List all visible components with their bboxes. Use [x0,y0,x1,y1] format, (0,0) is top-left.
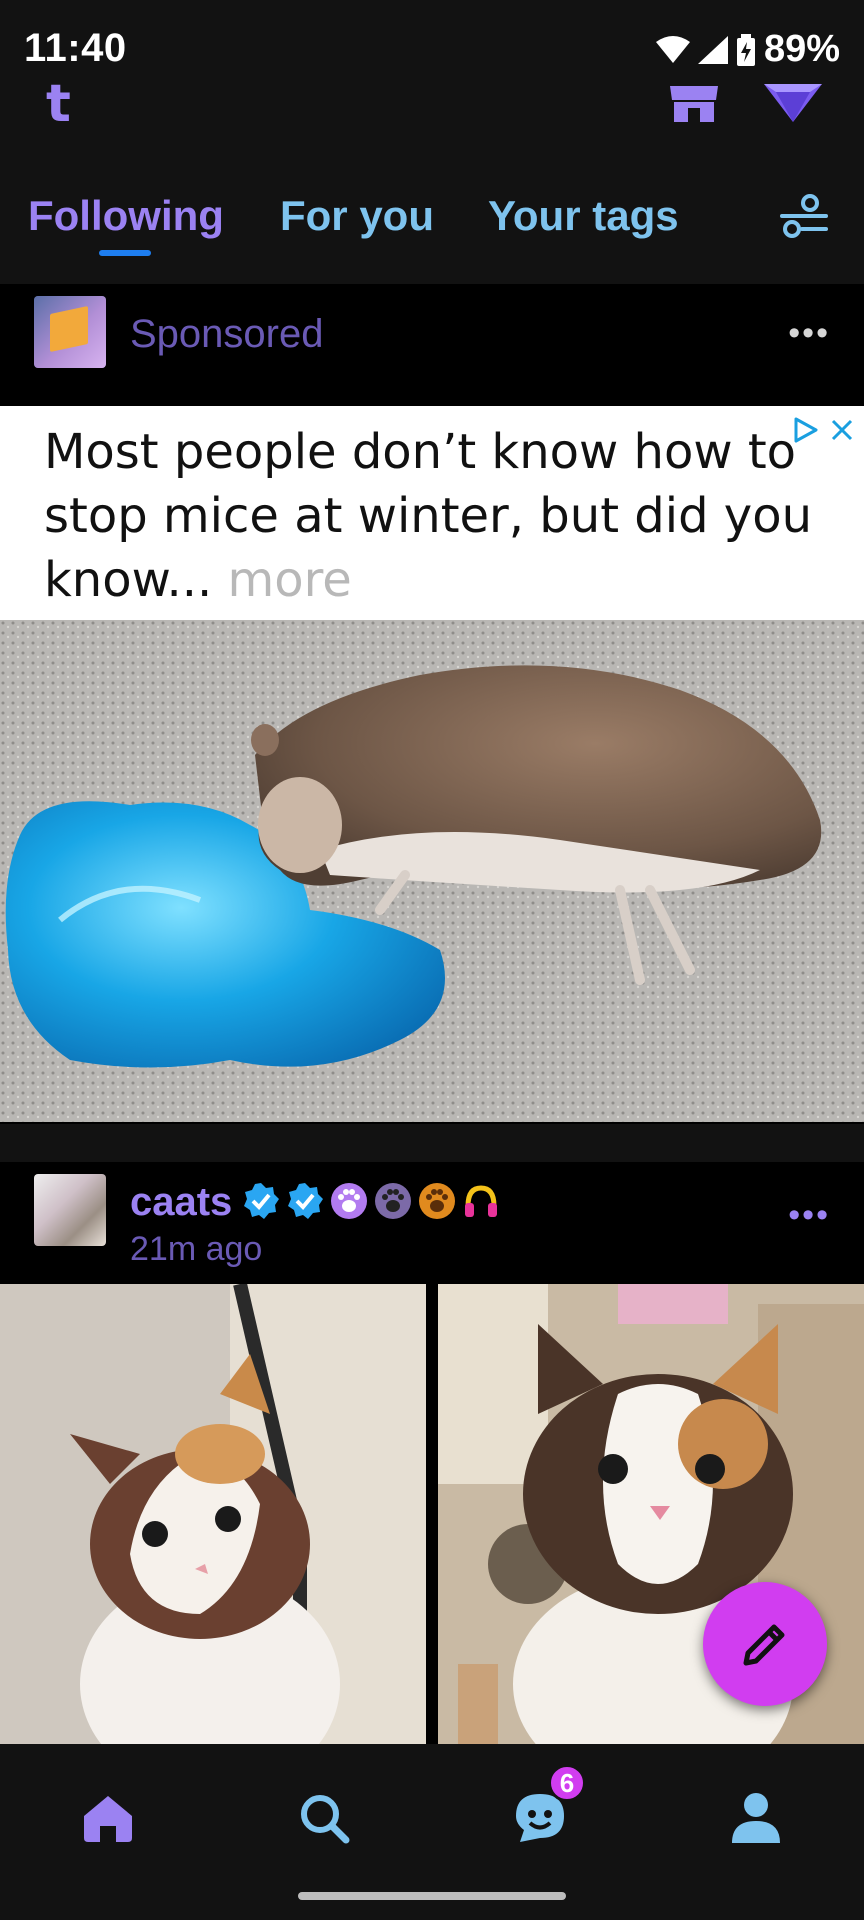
paw-badge-icon [331,1183,367,1219]
activity-badge: 6 [548,1764,586,1802]
app-logo[interactable]: t [46,78,71,130]
post-header: caats 21m ago ••• [0,1162,864,1284]
tab-your-tags[interactable]: Your tags [488,192,679,240]
verified-badge-icon [244,1183,279,1219]
search-icon [301,1795,350,1844]
post-photo-1[interactable] [0,1284,426,1744]
battery-percent: 89% [763,28,840,70]
paw-badge-icon [419,1183,455,1219]
signal-icon [697,35,728,64]
status-time: 11:40 [24,26,127,70]
home-icon [84,1796,132,1842]
post-timestamp: 21m ago [130,1230,263,1268]
feed-settings-icon[interactable] [780,194,828,240]
ad-headline[interactable]: Most people don’t know how to stop mice … [44,420,824,612]
account-icon [732,1793,780,1843]
ad-text: Most people don’t know how to stop mice … [44,424,812,608]
ad-more-link[interactable]: more [227,552,351,608]
ad-card[interactable]: Most people don’t know how to stop mice … [0,406,864,1122]
sponsored-label: Sponsored [130,312,324,356]
paw-badge-icon [375,1183,411,1219]
gesture-home-indicator[interactable] [298,1892,566,1900]
premium-diamond-icon[interactable] [762,82,824,124]
status-bar: 11:40 89% [0,0,864,80]
feed-tabs: Following For you Your tags [0,178,864,268]
tab-following[interactable]: Following [28,192,224,240]
sponsor-avatar[interactable] [34,296,106,368]
pencil-icon [743,1624,785,1666]
compose-post-button[interactable] [703,1582,827,1706]
nav-home[interactable] [68,1778,148,1858]
post-more-options-icon[interactable]: ••• [788,1196,830,1235]
tab-for-you[interactable]: For you [280,192,434,240]
battery-icon [736,33,755,66]
blog-badges[interactable] [242,1182,500,1220]
post-more-options-icon[interactable]: ••• [788,314,830,353]
ad-choices-icon[interactable] [792,416,820,444]
status-icons: 89% [655,28,840,71]
ad-image-mouse[interactable] [0,620,864,1122]
app-header: t [0,78,864,140]
verified-badge-icon [288,1183,323,1219]
shop-icon[interactable] [668,84,720,124]
nav-account[interactable] [716,1778,796,1858]
nav-search[interactable] [284,1778,364,1858]
headphones-badge-icon [465,1185,497,1217]
dashboard-feed[interactable]: Sponsored ••• Most people don’t know how… [0,284,864,1744]
ad-close-icon[interactable] [830,418,854,442]
ad-choices[interactable] [792,416,854,444]
wifi-icon [655,35,690,63]
blog-name[interactable]: caats [130,1180,232,1225]
blog-avatar[interactable] [34,1174,106,1246]
sponsored-post: Sponsored ••• Most people don’t know how… [0,284,864,1124]
post-header: Sponsored ••• [0,284,864,406]
active-tab-indicator [99,250,151,256]
